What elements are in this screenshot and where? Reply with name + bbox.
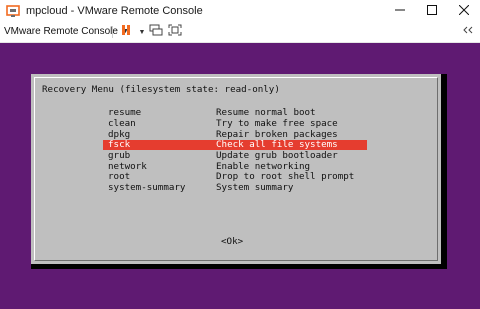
toolbar-divider [112, 26, 113, 38]
menu-item-clean[interactable]: clean Try to make free space [103, 119, 367, 129]
menu-item-description: Drop to root shell prompt [216, 171, 355, 182]
fit-window-button[interactable] [167, 23, 183, 41]
menu-item-resume[interactable]: resume Resume normal boot [103, 108, 367, 118]
vm-console-screen[interactable]: Recovery Menu (filesystem state: read-on… [0, 43, 480, 309]
menu-item-key: resume [108, 107, 142, 118]
vmrc-menu-button[interactable]: VMware Remote Console ▼ [4, 24, 129, 40]
menu-item-description: Try to make free space [216, 118, 338, 129]
minimize-button[interactable] [384, 0, 416, 22]
close-button[interactable] [448, 0, 480, 22]
maximize-icon [427, 2, 437, 20]
ctrl-alt-del-button[interactable] [460, 25, 476, 39]
menu-item-key: fsck [108, 139, 131, 150]
vmrc-menu-label: VMware Remote Console [4, 26, 118, 37]
pause-button[interactable] [118, 25, 134, 39]
close-icon [458, 2, 470, 20]
menu-item-system-summary[interactable]: system-summary System summary [103, 183, 367, 193]
devices-button[interactable] [148, 23, 164, 41]
vmware-app-icon [6, 4, 20, 18]
menu-item-root[interactable]: root Drop to root shell prompt [103, 172, 367, 182]
menu-item-key: grub [108, 150, 131, 161]
toolbar: VMware Remote Console ▼ ▼ [0, 22, 480, 43]
menu-item-description: Check all file systems [216, 139, 338, 150]
fit-window-icon [168, 23, 182, 41]
minimize-icon [395, 2, 405, 20]
menu-item-description: Resume normal boot [216, 107, 316, 118]
menu-item-fsck[interactable]: fsck Check all file systems [103, 140, 367, 150]
window-title: mpcloud - VMware Remote Console [26, 5, 203, 17]
pause-icon [120, 23, 132, 41]
ok-button[interactable]: <Ok> [221, 236, 243, 247]
menu-item-description: System summary [216, 182, 294, 193]
maximize-button[interactable] [416, 0, 448, 22]
menu-item-grub[interactable]: grub Update grub bootloader [103, 151, 367, 161]
title-bar: mpcloud - VMware Remote Console [0, 0, 480, 22]
dialog-title: Recovery Menu (filesystem state: read-on… [42, 84, 280, 95]
menu-item-key: clean [108, 118, 136, 129]
chevron-down-icon: ▼ [138, 28, 146, 36]
recovery-menu-dialog: Recovery Menu (filesystem state: read-on… [31, 74, 447, 269]
menu-item-description: Update grub bootloader [216, 150, 338, 161]
menu-item-key: root [108, 171, 131, 182]
menu-item-key: system-summary [108, 182, 186, 193]
ctrl-alt-del-icon [461, 23, 475, 41]
devices-icon [149, 23, 163, 41]
